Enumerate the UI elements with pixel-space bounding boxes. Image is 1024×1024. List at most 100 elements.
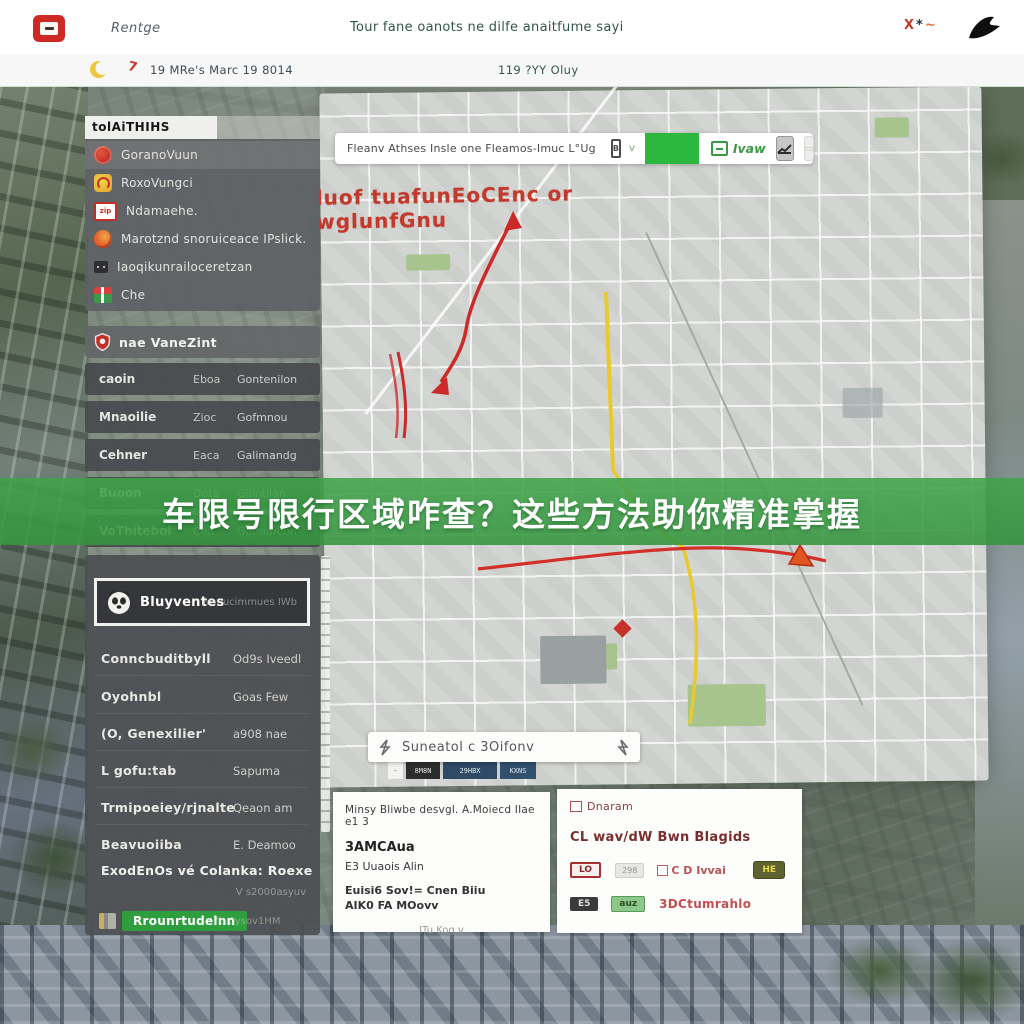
card-line: E3 Uuaois Alin (345, 860, 538, 873)
legend-card-right[interactable]: Dnaram CL wav/dW Bwn Blagids LO 298 C D … (557, 789, 802, 933)
legend-header-text: Dnaram (587, 800, 633, 813)
badge-olive[interactable]: HE (753, 861, 785, 879)
legend-badges-row2: E5 auz 3DCtumrahlo (570, 896, 789, 912)
sidebar-menu-item[interactable]: GoranoVuun (85, 141, 320, 169)
row-status: Gontenilon (237, 373, 297, 386)
headline-banner: 车限号限行区域咋查？这些方法助你精准掌握 (0, 478, 1024, 545)
route-bolt-icon[interactable] (378, 739, 392, 756)
route-bolt-icon[interactable] (616, 739, 630, 756)
sidebar-menu-item[interactable]: Che (85, 281, 320, 309)
card-footer-link[interactable]: ITu Kog v (345, 925, 538, 936)
table-row[interactable]: Cehner Eaca Galimandg (85, 439, 320, 471)
crescent-icon[interactable] (90, 61, 107, 78)
check-icon: v (629, 143, 635, 154)
list-item[interactable]: Beavuoiiba E. Deamoo (85, 831, 320, 859)
sidebar-menu-item[interactable]: Iaoqikunrailoceretzan (85, 253, 320, 281)
strip-segment[interactable]: - (388, 762, 403, 779)
footer-note: ExodEnOs vé Colanka: Roexe (101, 863, 312, 878)
badge-red-outline[interactable]: LO (570, 862, 601, 878)
badge-dark[interactable]: E5 (570, 897, 598, 911)
nav-button[interactable]: Ivaw (711, 141, 766, 156)
badge-gray[interactable]: 298 (615, 863, 644, 878)
item-value: Od9s Iveedl (233, 652, 301, 666)
sidebar-scrollbar[interactable] (321, 556, 330, 832)
selected-row[interactable]: Bluyventes Wanucimmues IWb (94, 578, 310, 626)
panda-icon (106, 589, 132, 615)
item-value: Qeaon am (233, 801, 292, 815)
sidebar-section-header[interactable]: nae VaneZint (85, 326, 320, 358)
footer-subtext: V s2000asyuv (236, 887, 306, 898)
row-name: Mnaoilie (99, 410, 156, 424)
badge-icons[interactable]: C D Ivvai (657, 864, 726, 877)
sub-bar-right-text: 119 ?YY Oluy (498, 63, 579, 77)
strip-segment[interactable]: KXNS (500, 762, 536, 779)
layers-button[interactable]: ▭ (804, 136, 815, 161)
card-line: Euisi6 Sov!= Cnen Biiu (345, 884, 538, 897)
item-value: Sapuma (233, 764, 280, 778)
table-row[interactable]: caoin Eboa Gontenilon (85, 363, 320, 395)
table-row[interactable]: Mnaoilie Zioc Gofmnou (85, 401, 320, 433)
item-label: Beavuoiiba (101, 837, 182, 852)
bottom-right-text: 7b 0ysov1HM (213, 916, 303, 927)
sidebar-menu-item[interactable]: Marotznd snoruiceace IPslick. (85, 225, 320, 253)
square-icon (657, 865, 668, 876)
nav-label: Ivaw (733, 141, 766, 156)
strip-segment[interactable]: 8M8N (406, 762, 440, 779)
menu-label: GoranoVuun (121, 148, 198, 162)
sidebar-menu-item[interactable]: zip Ndamaehe. (85, 197, 320, 225)
row-name: Cehner (99, 448, 147, 462)
menu-label: Marotznd snoruiceace IPslick. (121, 232, 307, 246)
row-status: Galimandg (237, 449, 297, 462)
trees-patch (0, 690, 90, 930)
orange-circle-icon (94, 230, 112, 248)
item-value: a908 nae (233, 727, 287, 741)
list-item[interactable]: (O, Genexilier' a908 nae (85, 720, 320, 748)
menu-label: Ndamaehe. (126, 204, 198, 218)
list-item[interactable]: Trmipoeiey/rjnalte Qeaon am (85, 794, 320, 822)
item-value: E. Deamoo (233, 838, 296, 852)
map-toolbar[interactable]: Fleanv Athses Insle one Fleamos-Imuc L°U… (335, 133, 813, 164)
menu-label: Iaoqikunrailoceretzan (117, 260, 253, 274)
card-title: Minsy Bliwbe desvgl. A.Moiecd IIae e1 3 (345, 804, 538, 828)
search-text: Suneatol c 3Oifonv (402, 740, 534, 755)
sidebar-menu-item[interactable]: RoxoVungci (85, 169, 320, 197)
shield-icon (94, 333, 111, 351)
legend-badges-row1: LO 298 C D Ivvai HE (570, 861, 789, 879)
row-value: Eboa (193, 373, 220, 386)
green-action-button[interactable] (645, 133, 699, 164)
list-item[interactable]: L gofu:tab Sapuma (85, 757, 320, 785)
trees-patch (818, 928, 1024, 1024)
strip-segment[interactable]: 29HBX (443, 762, 497, 779)
item-label: (O, Genexilier' (101, 726, 206, 741)
item-label: Conncbuditbyll (101, 651, 211, 666)
row-value: Eaca (193, 449, 219, 462)
red-square-icon (570, 801, 582, 812)
item-label: L gofu:tab (101, 763, 177, 778)
divider (95, 750, 310, 751)
zip-badge-icon: zip (94, 202, 117, 221)
list-item[interactable]: Conncbuditbyll Od9s Iveedl (85, 645, 320, 673)
park-area (688, 684, 766, 727)
thumbnail-icon (99, 913, 116, 929)
info-card-left[interactable]: Minsy Bliwbe desvgl. A.Moiecd IIae e1 3 … (333, 792, 550, 932)
x-icon[interactable]: X (904, 18, 916, 33)
map-search-bar[interactable]: Suneatol c 3Oifonv (368, 732, 640, 762)
list-item[interactable]: Oyohnbl Goas Few (85, 683, 320, 711)
curve-icon[interactable]: ~ (925, 18, 938, 33)
item-value: Goas Few (233, 690, 288, 704)
status-icons[interactable]: X*~ (904, 18, 938, 33)
bird-pointer-icon[interactable] (963, 10, 1003, 44)
chart-button[interactable] (776, 136, 794, 161)
browser-top-bar: Rentge Tour fane oanots ne dilfe anaitfu… (0, 0, 1024, 55)
badge-red-text[interactable]: 3DCtumrahlo (659, 897, 751, 911)
map-toolbar-title: Fleanv Athses Insle one Fleamos-Imuc L°U… (347, 142, 596, 155)
brand-name[interactable]: Rentge (111, 21, 161, 36)
badge-icon[interactable]: B (611, 139, 621, 158)
item-label: Oyohnbl (101, 689, 162, 704)
app-logo-icon[interactable] (33, 15, 65, 42)
star-icon[interactable]: * (916, 18, 925, 33)
gift-icon (94, 287, 112, 303)
bottom-action[interactable]: Rrounrtudelnn 7b 0ysov1HM (99, 911, 247, 931)
badge-green[interactable]: auz (611, 896, 645, 912)
mini-toolbar-strip[interactable]: - 8M8N 29HBX KXNS (388, 762, 536, 779)
